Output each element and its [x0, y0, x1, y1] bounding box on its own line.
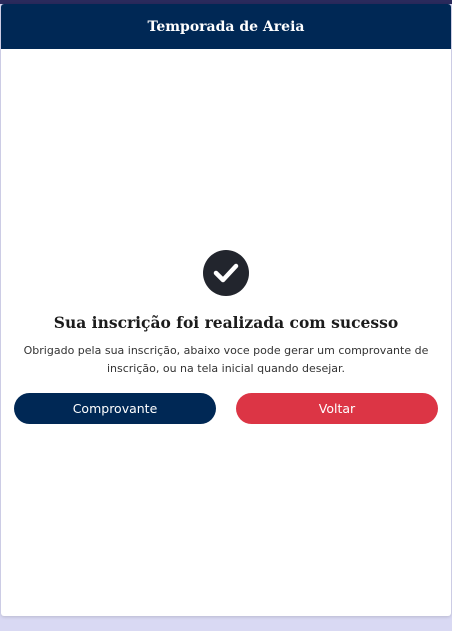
back-button[interactable]: Voltar	[236, 393, 438, 424]
success-content: Sua inscrição foi realizada com sucesso …	[1, 250, 451, 378]
check-circle-icon	[203, 250, 249, 296]
action-buttons: Comprovante Voltar	[14, 393, 438, 424]
modal-card: Temporada de Areia Sua inscrição foi rea…	[1, 4, 451, 616]
header-title: Temporada de Areia	[147, 18, 305, 35]
checkmark-icon	[213, 263, 239, 283]
browser-frame: Temporada de Areia Sua inscrição foi rea…	[0, 0, 452, 631]
receipt-button[interactable]: Comprovante	[14, 393, 216, 424]
success-message: Obrigado pela sua inscrição, abaixo voce…	[23, 344, 429, 375]
success-title: Sua inscrição foi realizada com sucesso	[53, 313, 399, 332]
header-bar: Temporada de Areia	[1, 4, 451, 49]
